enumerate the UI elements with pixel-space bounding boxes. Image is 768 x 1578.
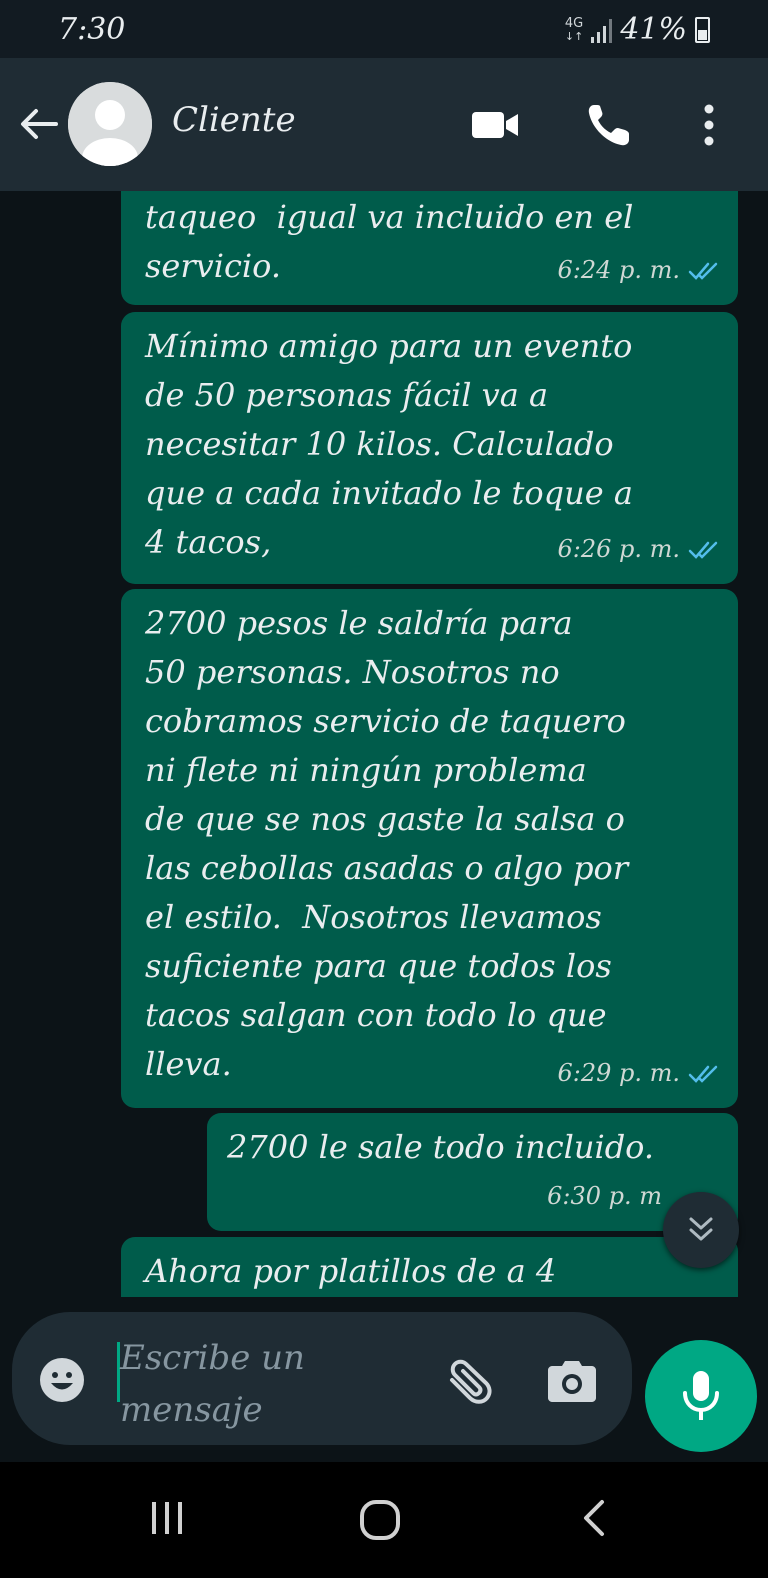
message-time: 6:30 p. m — [547, 1182, 662, 1210]
network-type: 4G — [564, 15, 584, 31]
message-list[interactable]: taqueo igual va incluido en el servicio.… — [0, 191, 768, 1297]
read-ticks-icon — [688, 1065, 718, 1083]
message-text: Ahora por platillos de a 4 — [145, 1252, 557, 1290]
message-bubble[interactable]: taqueo igual va incluido en el servicio.… — [121, 191, 738, 305]
message-meta: 6:29 p. m. — [557, 1049, 720, 1098]
double-chevron-down-icon — [689, 1217, 713, 1241]
contact-name[interactable]: Cliente — [172, 100, 296, 140]
system-navigation-bar — [0, 1462, 768, 1578]
attach-icon[interactable] — [440, 1358, 494, 1408]
message-input[interactable]: Escribe un mensaje — [120, 1332, 370, 1436]
message-meta: 6:24 p. m. — [557, 246, 720, 295]
message-meta: 6:26 p. m. — [557, 525, 720, 574]
status-bar: 7:30 4G ↓↑ 41% — [0, 0, 768, 58]
home-icon[interactable] — [358, 1498, 402, 1542]
voice-message-button[interactable] — [645, 1340, 757, 1452]
read-ticks-icon — [688, 541, 718, 559]
recent-apps-icon[interactable] — [148, 1498, 188, 1538]
message-text: 2700 pesos le saldría para 50 personas. … — [145, 604, 629, 1083]
signal-icon — [591, 17, 613, 43]
chat-header: Cliente — [0, 58, 768, 191]
message-composer: Escribe un mensaje — [12, 1312, 632, 1445]
scroll-to-bottom-button[interactable] — [663, 1192, 739, 1268]
message-time: 6:26 p. m. — [557, 535, 680, 563]
message-bubble[interactable]: 2700 le sale todo incluido. 6:30 p. m — [207, 1113, 738, 1231]
phone-call-icon[interactable] — [584, 100, 634, 150]
more-options-icon[interactable] — [684, 100, 734, 150]
message-time: 6:29 p. m. — [557, 1059, 680, 1087]
message-text: 2700 le sale todo incluido. — [227, 1128, 655, 1166]
status-indicators: 4G ↓↑ 41% — [565, 12, 710, 47]
emoji-icon[interactable] — [38, 1356, 86, 1404]
status-time: 7:30 — [58, 12, 126, 47]
network-icon: 4G ↓↑ — [564, 15, 584, 43]
message-time: 6:24 p. m. — [557, 256, 680, 284]
battery-icon — [695, 16, 710, 43]
read-ticks-icon — [688, 262, 718, 280]
battery-level: 41% — [620, 12, 687, 47]
camera-icon[interactable] — [546, 1360, 598, 1404]
microphone-icon — [683, 1371, 719, 1420]
message-bubble[interactable]: Mínimo amigo para un evento de 50 person… — [121, 312, 738, 584]
back-icon[interactable] — [578, 1498, 610, 1538]
default-avatar-icon — [68, 82, 152, 166]
message-bubble[interactable]: 2700 pesos le saldría para 50 personas. … — [121, 589, 738, 1108]
avatar[interactable] — [68, 82, 152, 166]
video-call-icon[interactable] — [470, 100, 520, 150]
message-bubble[interactable]: Ahora por platillos de a 4 — [121, 1237, 738, 1297]
back-arrow-icon[interactable] — [18, 103, 60, 145]
message-meta: 6:30 p. m — [547, 1172, 662, 1221]
